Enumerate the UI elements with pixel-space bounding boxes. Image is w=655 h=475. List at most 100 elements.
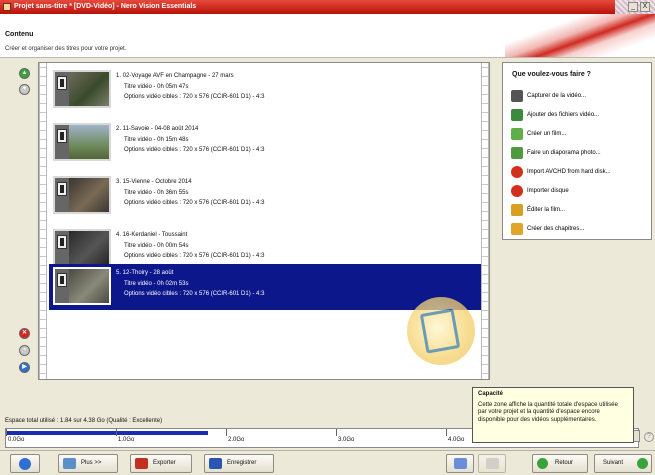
redo-icon <box>486 458 499 469</box>
save-button[interactable]: Enregistrer <box>204 454 274 473</box>
title-options: Options vidéo cibles : 720 x 576 (CCIR-6… <box>124 253 265 259</box>
photo-slideshow-action[interactable]: Faire un diaporama photo... <box>511 147 649 166</box>
title-name: 3. 15-Vienne - Octobre 2014 <box>116 179 192 185</box>
import-avchd-icon <box>511 166 523 178</box>
title-duration: Titre vidéo - 0h 02m 53s <box>124 280 189 287</box>
title-row[interactable]: 3. 15-Vienne - Octobre 2014 Titre vidéo -… <box>49 173 481 219</box>
title-name: 4. 16-Kerdaniel - Toussaint <box>116 232 188 238</box>
undo-button[interactable] <box>446 454 474 473</box>
redo-button[interactable] <box>478 454 506 473</box>
chapters-icon <box>511 223 523 235</box>
undo-icon <box>454 458 467 469</box>
title-duration: Titre vidéo - 0h 15m 48s <box>124 136 189 143</box>
tooltip-title: Capacité <box>478 391 504 397</box>
title-row-selected[interactable]: 5. 12-Thoiry - 28 août Titre vidéo - 0h 0… <box>49 264 481 310</box>
more-button[interactable]: Plus >> <box>58 454 118 473</box>
film-perforation-right <box>481 63 489 379</box>
film-icon <box>511 128 523 140</box>
film-icon <box>57 235 67 249</box>
capacity-tick-mark <box>6 429 7 436</box>
title-options-button[interactable]: • <box>19 345 30 356</box>
action-label: Faire un diaporama photo... <box>527 150 601 156</box>
title-duration: Titre vidéo - 0h 00m 54s <box>124 242 189 249</box>
import-avchd-action[interactable]: Import AVCHD from hard disk... <box>511 166 649 185</box>
import-disc-action[interactable]: Importer disque <box>511 185 649 204</box>
help-icon[interactable]: ? <box>644 432 654 442</box>
camera-icon <box>511 90 523 102</box>
title-row[interactable]: 1. 02-Voyage AVF en Champagne - 27 mars T… <box>49 67 481 113</box>
title-name: 2. 11-Savoie - 04-08 août 2014 <box>116 126 199 132</box>
film-icon <box>57 273 67 287</box>
delete-title-button[interactable]: ✕ <box>19 328 30 339</box>
help-icon <box>19 458 31 470</box>
title-options: Options vidéo cibles : 720 x 576 (CCIR-6… <box>124 94 265 100</box>
window-title: Projet sans-titre * [DVD-Vidéo] - Nero V… <box>14 3 197 10</box>
action-label: Ajouter des fichiers vidéo... <box>527 112 600 118</box>
capacity-tick-label: 0.0Go <box>8 437 25 443</box>
actions-panel-title: Que voulez-vous faire ? <box>512 71 591 78</box>
capture-video-action[interactable]: Capturer de la vidéo... <box>511 90 649 109</box>
move-up-button[interactable]: ▲ <box>19 68 30 79</box>
capacity-tick-label: 4.0Go <box>448 437 465 443</box>
title-options: Options vidéo cibles : 720 x 576 (CCIR-6… <box>124 147 265 153</box>
title-row[interactable]: 2. 11-Savoie - 04-08 août 2014 Titre vidé… <box>49 120 481 166</box>
page-header: Contenu Créer et organiser des titres po… <box>0 14 655 58</box>
header-decoration <box>505 14 655 57</box>
capacity-tick-mark <box>446 429 447 436</box>
capacity-fill <box>6 431 209 435</box>
capacity-tooltip: Capacité Cette zone affiche la quantité … <box>472 387 634 443</box>
create-chapters-action[interactable]: Créer des chapitres... <box>511 223 649 242</box>
help-button[interactable] <box>10 454 40 473</box>
edit-film-action[interactable]: Éditer la film... <box>511 204 649 223</box>
minimize-button[interactable]: _ <box>628 2 638 12</box>
film-icon <box>57 76 67 90</box>
arrow-down-icon: ▼ <box>21 86 28 92</box>
action-label: Importer disque <box>527 188 569 194</box>
options-icon: • <box>23 347 26 353</box>
next-button[interactable]: Suivant <box>594 454 652 473</box>
close-button[interactable]: X <box>640 2 650 12</box>
capacity-tick-mark <box>226 429 227 436</box>
export-button-label: Exporter <box>153 460 176 466</box>
monitor-icon <box>63 458 76 469</box>
app-icon <box>3 3 11 11</box>
left-rail: ▲ ▼ ✕ • ▶ <box>0 58 38 380</box>
tooltip-text: Cette zone affiche la quantité totale d'… <box>478 401 618 423</box>
back-button[interactable]: Retour <box>532 454 588 473</box>
action-label: Créer des chapitres... <box>527 226 585 232</box>
action-label: Import AVCHD from hard disk... <box>527 169 611 175</box>
film-perforation-left <box>39 63 47 379</box>
capacity-tick-label: 2.0Go <box>228 437 245 443</box>
export-button[interactable]: Exporter <box>130 454 192 473</box>
capacity-tick-label: 1.0Go <box>118 437 135 443</box>
title-thumbnail <box>53 123 111 161</box>
title-name: 5. 12-Thoiry - 28 août <box>116 270 174 276</box>
page-title: Contenu <box>5 31 34 38</box>
move-down-button[interactable]: ▼ <box>19 84 30 95</box>
bottom-toolbar: Plus >> Exporter Enregistrer Retour Suiv… <box>0 450 655 475</box>
title-duration: Titre vidéo - 0h 36m 55s <box>124 189 189 196</box>
arrow-up-icon: ▲ <box>21 70 28 76</box>
back-button-label: Retour <box>555 460 574 466</box>
title-list[interactable]: 1. 02-Voyage AVF en Champagne - 27 mars T… <box>38 62 490 380</box>
create-film-action[interactable]: Créer un film... <box>511 128 649 147</box>
title-thumbnail <box>53 70 111 108</box>
export-icon <box>135 458 148 469</box>
capacity-tick-label: 3.0Go <box>338 437 355 443</box>
page-subtitle: Créer et organiser des titres pour votre… <box>5 46 127 52</box>
save-icon <box>209 458 222 469</box>
film-icon <box>57 129 67 143</box>
title-name: 1. 02-Voyage AVF en Champagne - 27 mars <box>116 73 234 79</box>
edit-film-icon <box>511 204 523 216</box>
play-title-button[interactable]: ▶ <box>19 362 30 373</box>
title-thumbnail <box>53 176 111 214</box>
actions-panel: Que voulez-vous faire ? Capturer de la v… <box>502 62 652 240</box>
action-label: Capturer de la vidéo... <box>527 93 587 99</box>
add-video-files-action[interactable]: Ajouter des fichiers vidéo... <box>511 109 649 128</box>
next-button-label: Suivant <box>603 460 624 466</box>
capacity-tick-mark <box>116 429 117 436</box>
slideshow-icon <box>511 147 523 159</box>
title-thumbnail <box>53 267 111 305</box>
title-duration: Titre vidéo - 0h 05m 47s <box>124 83 189 90</box>
action-label: Créer un film... <box>527 131 567 137</box>
